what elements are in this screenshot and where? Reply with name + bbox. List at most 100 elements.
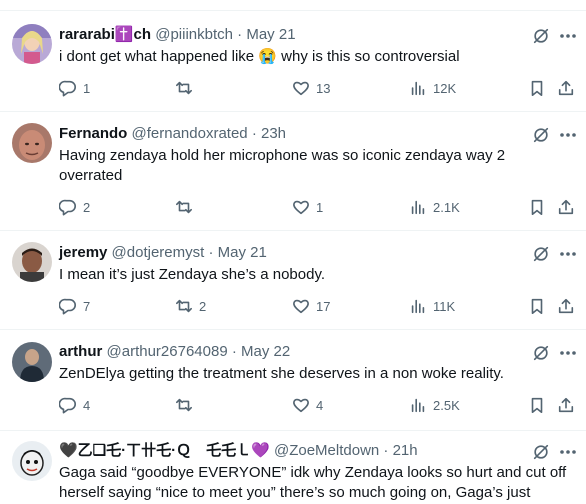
like-button[interactable]: 17 [292,297,330,315]
views-button[interactable]: 2.1K [409,198,460,216]
tweet[interactable]: jeremy @dotjeremyst · May 21 I mean it’s… [0,231,586,330]
grok-icon[interactable] [532,443,550,461]
separator: · [231,343,237,360]
tweet-actions: 2 1 2.1K [59,198,579,218]
retweet-button[interactable]: 2 [175,297,206,315]
separator: · [208,244,214,261]
timestamp[interactable]: May 21 [246,26,295,43]
user-handle[interactable]: @fernandoxrated [132,125,248,142]
tweet-header: rararabi✝️ch @piiinkbtch · May 21 [59,25,296,45]
share-button[interactable] [557,297,575,315]
tweet-actions: 7 2 17 11K [59,297,579,317]
like-count: 17 [316,298,331,314]
views-button[interactable]: 2.5K [409,396,460,414]
retweet-button[interactable] [175,79,199,97]
like-icon [293,299,309,314]
tweet[interactable]: Fernando @fernandoxrated · 23h Having ze… [0,112,586,231]
user-handle[interactable]: @dotjeremyst [112,244,205,261]
like-count: 4 [316,397,324,413]
reply-count: 4 [83,397,91,413]
avatar[interactable] [12,441,52,481]
views-button[interactable]: 11K [409,297,455,315]
user-handle[interactable]: @ZoeMeltdown [274,442,379,459]
retweet-icon [175,81,193,95]
share-icon [558,80,574,96]
reply-button[interactable]: 1 [59,79,90,97]
views-button[interactable]: 12K [409,79,456,97]
share-button[interactable] [557,198,575,216]
bookmark-button[interactable] [528,297,546,315]
like-button[interactable]: 1 [292,198,323,216]
tweet[interactable]: rararabi✝️ch @piiinkbtch · May 21 i dont… [0,11,586,112]
grok-icon[interactable] [532,126,550,144]
tweet-header: jeremy @dotjeremyst · May 21 [59,243,267,263]
more-icon[interactable] [558,27,578,45]
reply-count: 7 [83,298,91,314]
separator: · [383,442,389,459]
tweet-actions: 4 4 2.5K [59,396,579,416]
user-handle[interactable]: @arthur26764089 [107,343,228,360]
bookmark-button[interactable] [528,198,546,216]
timestamp[interactable]: May 22 [241,343,290,360]
avatar[interactable] [12,24,52,64]
grok-icon[interactable] [532,344,550,362]
tweet-text: I mean it’s just Zendaya she’s a nobody. [59,266,325,283]
share-button[interactable] [557,79,575,97]
more-icon[interactable] [558,344,578,362]
timestamp[interactable]: 21h [393,442,418,459]
reply-icon [59,397,76,414]
views-icon [411,299,425,314]
tweet-text: i dont get what happened like 😭 why is t… [59,48,460,65]
retweet-count: 2 [199,298,207,314]
share-button[interactable] [557,396,575,414]
reply-feed: rararabi✝️ch @piiinkbtch · May 21 i dont… [0,0,586,504]
reply-icon [59,80,76,97]
display-name[interactable]: jeremy [59,244,107,261]
grok-icon[interactable] [532,245,550,263]
timestamp[interactable]: 23h [261,125,286,142]
like-button[interactable]: 4 [292,396,323,414]
separator: · [251,125,257,142]
retweet-icon [175,200,193,214]
reply-button[interactable]: 4 [59,396,90,414]
avatar[interactable] [12,242,52,282]
tweet-header: 🖤乙❑乇·ㄒ卄乇·Ｑ 乇乇㇄💜 @ZoeMeltdown · 21h [59,441,418,461]
reply-button[interactable]: 7 [59,297,90,315]
reply-icon [59,199,76,216]
more-icon[interactable] [558,126,578,144]
avatar[interactable] [12,123,52,163]
avatar[interactable] [12,342,52,382]
bookmark-button[interactable] [528,79,546,97]
tweet[interactable]: 🖤乙❑乇·ㄒ卄乇·Ｑ 乇乇㇄💜 @ZoeMeltdown · 21h Gaga … [0,431,586,504]
reply-button[interactable]: 2 [59,198,90,216]
reply-count: 2 [83,199,91,215]
reply-icon [59,298,76,315]
timestamp[interactable]: May 21 [218,244,267,261]
like-button[interactable]: 13 [292,79,330,97]
tweet-actions: 1 13 12K [59,79,579,99]
tweet-header: Fernando @fernandoxrated · 23h [59,124,286,144]
bookmark-icon [531,199,543,216]
separator: · [237,26,243,43]
reply-count: 1 [83,80,91,96]
views-count: 2.5K [433,397,460,413]
retweet-button[interactable] [175,198,199,216]
like-icon [293,81,309,96]
display-name[interactable]: 🖤乙❑乇·ㄒ卄乇·Ｑ 乇乇㇄💜 [59,442,270,459]
user-handle[interactable]: @piiinkbtch [155,26,233,43]
display-name[interactable]: rararabi✝️ch [59,26,151,43]
display-name[interactable]: arthur [59,343,102,360]
retweet-button[interactable] [175,396,199,414]
views-icon [411,398,425,413]
more-icon[interactable] [558,245,578,263]
like-count: 13 [316,80,331,96]
previous-tweet-edge [0,0,586,11]
display-name[interactable]: Fernando [59,125,127,142]
share-icon [558,397,574,413]
like-icon [293,200,309,215]
more-icon[interactable] [558,443,578,461]
grok-icon[interactable] [532,27,550,45]
bookmark-button[interactable] [528,396,546,414]
tweet-text: ZenDElya getting the treatment she deser… [59,365,504,382]
tweet[interactable]: arthur @arthur26764089 · May 22 ZenDElya… [0,330,586,431]
